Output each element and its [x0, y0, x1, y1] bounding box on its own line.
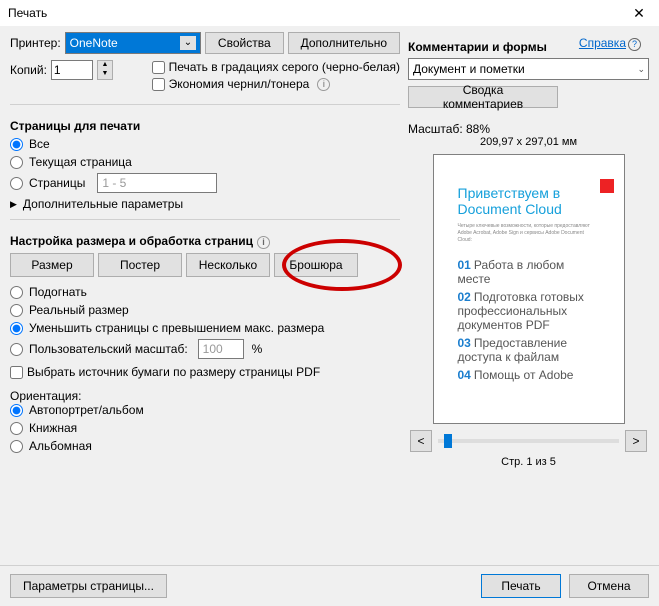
advanced-button[interactable]: Дополнительно [288, 32, 400, 54]
copies-input[interactable] [51, 60, 93, 80]
more-options-toggle[interactable]: ▶Дополнительные параметры [10, 197, 400, 211]
next-page-button[interactable]: > [625, 430, 647, 452]
pages-range-radio[interactable]: Страницы [10, 173, 400, 193]
summarize-button[interactable]: Сводка комментариев [408, 86, 558, 108]
scale-label: Масштаб: 88% [408, 122, 649, 136]
pages-range-input[interactable] [97, 173, 217, 193]
copies-label: Копий: [10, 63, 47, 77]
pages-current-radio[interactable]: Текущая страница [10, 155, 400, 169]
preview-sub: Четыре ключевые возможности, которые пре… [458, 223, 600, 244]
preview-item: 01Работа в любом месте [458, 258, 600, 286]
tab-size[interactable]: Размер [10, 253, 94, 277]
adobe-logo-icon [600, 179, 614, 193]
cancel-button[interactable]: Отмена [569, 574, 649, 598]
chevron-down-icon[interactable]: ⌄ [180, 36, 196, 50]
help-link[interactable]: Справка? [579, 36, 641, 51]
page-preview: Приветствуем в Document Cloud Четыре клю… [433, 154, 625, 424]
tab-poster[interactable]: Постер [98, 253, 182, 277]
pages-all-radio[interactable]: Все [10, 137, 400, 151]
info-icon: i [317, 78, 330, 91]
page-slider[interactable] [438, 439, 619, 443]
fit-radio[interactable]: Подогнать [10, 285, 400, 299]
comments-select[interactable]: Документ и пометки⌄ [408, 58, 649, 80]
close-icon[interactable]: ✕ [627, 5, 651, 22]
chevron-down-icon: ⌄ [637, 64, 645, 75]
info-icon: i [257, 236, 270, 249]
prev-page-button[interactable]: < [410, 430, 432, 452]
tab-multiple[interactable]: Несколько [186, 253, 270, 277]
grayscale-checkbox[interactable]: Печать в градациях серого (черно-белая) [152, 60, 400, 74]
print-button[interactable]: Печать [481, 574, 561, 598]
ink-checkbox[interactable]: Экономия чернил/тонераi [152, 77, 400, 91]
page-indicator: Стр. 1 из 5 [408, 456, 649, 468]
window-title: Печать [8, 6, 627, 20]
orient-landscape-radio[interactable]: Альбомная [10, 439, 400, 453]
properties-button[interactable]: Свойства [205, 32, 284, 54]
page-setup-button[interactable]: Параметры страницы... [10, 574, 167, 598]
paper-source-checkbox[interactable]: Выбрать источник бумаги по размеру стран… [10, 365, 400, 379]
copies-stepper[interactable]: ▲▼ [97, 60, 113, 80]
shrink-radio[interactable]: Уменьшить страницы с превышением макс. р… [10, 321, 400, 335]
custom-scale-input[interactable] [198, 339, 244, 359]
printer-select[interactable]: OneNote⌄ [65, 32, 201, 54]
paper-size-label: 209,97 x 297,01 мм [408, 136, 649, 148]
preview-heading: Приветствуем в Document Cloud [458, 185, 600, 217]
orientation-label: Ориентация: [10, 389, 400, 403]
preview-item: 03Предоставление доступа к файлам [458, 336, 600, 364]
custom-scale-radio[interactable]: Пользовательский масштаб: % [10, 339, 400, 359]
pages-title: Страницы для печати [10, 119, 400, 133]
help-icon: ? [628, 38, 641, 51]
actual-radio[interactable]: Реальный размер [10, 303, 400, 317]
sizing-title: Настройка размера и обработка страницi [10, 234, 400, 249]
printer-label: Принтер: [10, 36, 61, 50]
orient-portrait-radio[interactable]: Книжная [10, 421, 400, 435]
preview-item: 02Подготовка готовых профессиональных до… [458, 290, 600, 332]
preview-item: 04Помощь от Adobe [458, 368, 600, 382]
orient-auto-radio[interactable]: Автопортрет/альбом [10, 403, 400, 417]
tab-booklet[interactable]: Брошюра [274, 253, 358, 277]
